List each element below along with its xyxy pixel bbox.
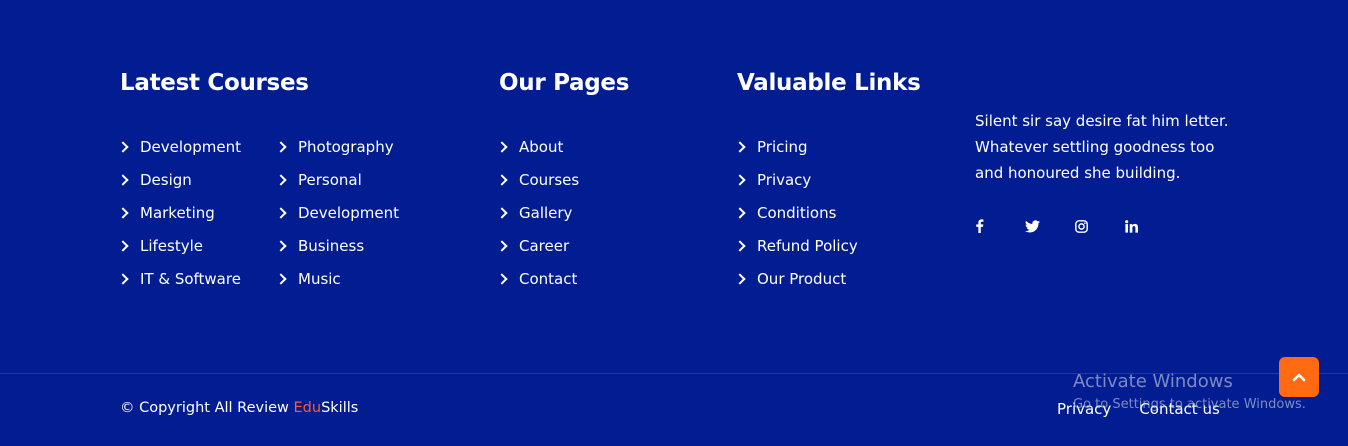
chevron-right-icon	[496, 140, 508, 153]
chevron-right-icon	[734, 140, 746, 153]
about-column: Silent sir say desire fat him letter. Wh…	[975, 108, 1235, 236]
page-link-contact[interactable]: Contact	[496, 262, 579, 295]
page-link-gallery[interactable]: Gallery	[496, 196, 579, 229]
chevron-right-icon	[275, 239, 287, 252]
our-pages-column: Our Pages About Courses Gallery Career C…	[496, 68, 630, 288]
brand-name-rest[interactable]: Skills	[321, 400, 358, 416]
copyright-prefix: © Copyright All Review	[120, 400, 294, 416]
brand-accent[interactable]: Edu	[294, 400, 322, 416]
instagram-icon[interactable]	[1075, 216, 1125, 236]
link-our-product[interactable]: Our Product	[734, 262, 858, 295]
chevron-right-icon	[117, 140, 129, 153]
chevron-right-icon	[496, 206, 508, 219]
chevron-right-icon	[496, 239, 508, 252]
page-link-about[interactable]: About	[496, 130, 579, 163]
link-label: Pricing	[757, 137, 808, 156]
course-link[interactable]: Development	[117, 130, 241, 163]
course-link[interactable]: Marketing	[117, 196, 241, 229]
course-link[interactable]: Development	[275, 196, 399, 229]
chevron-right-icon	[117, 206, 129, 219]
page-link-label: Courses	[519, 170, 580, 189]
course-link[interactable]: Design	[117, 163, 241, 196]
pages-list: About Courses Gallery Career Contact	[496, 130, 580, 295]
bottom-link-privacy[interactable]: Privacy	[1057, 400, 1111, 418]
link-conditions[interactable]: Conditions	[734, 196, 858, 229]
latest-courses-column: Latest Courses Development Design Market…	[117, 68, 399, 288]
about-text: Silent sir say desire fat him letter. Wh…	[975, 112, 1229, 182]
course-link-label: Business	[298, 236, 365, 255]
chevron-up-icon	[1292, 373, 1306, 382]
link-label: Our Product	[757, 269, 847, 288]
course-link-label: Personal	[298, 170, 362, 189]
link-refund-policy[interactable]: Refund Policy	[734, 229, 858, 262]
footer-divider	[0, 373, 1348, 374]
course-link-label: Design	[140, 170, 192, 189]
copyright-text: © Copyright All Review EduSkills	[120, 400, 358, 416]
course-link[interactable]: Business	[275, 229, 399, 262]
linkedin-icon[interactable]	[1125, 216, 1175, 236]
page-link-label: Contact	[519, 269, 578, 288]
chevron-right-icon	[496, 173, 508, 186]
course-link-label: Music	[298, 269, 341, 288]
page-link-label: About	[519, 137, 564, 156]
chevron-right-icon	[275, 173, 287, 186]
facebook-icon[interactable]	[975, 216, 1025, 236]
chevron-right-icon	[496, 272, 508, 285]
bottom-links: Privacy Contact us	[1057, 400, 1220, 418]
chevron-right-icon	[275, 140, 287, 153]
valuable-links-list: Pricing Privacy Conditions Refund Policy…	[734, 130, 858, 295]
course-link-label: Lifestyle	[140, 236, 204, 255]
course-link[interactable]: IT & Software	[117, 262, 241, 295]
link-privacy[interactable]: Privacy	[734, 163, 858, 196]
page-link-label: Gallery	[519, 203, 573, 222]
chevron-right-icon	[117, 239, 129, 252]
course-link-label: Photography	[298, 137, 394, 156]
course-link-label: Marketing	[140, 203, 215, 222]
chevron-right-icon	[734, 272, 746, 285]
course-link-label: Development	[298, 203, 399, 222]
chevron-right-icon	[275, 206, 287, 219]
footer-top: Latest Courses Development Design Market…	[0, 0, 1348, 373]
page-link-courses[interactable]: Courses	[496, 163, 580, 196]
valuable-links-heading: Valuable Links	[737, 70, 921, 96]
courses-list-1: Development Design Marketing Lifestyle I…	[117, 130, 241, 295]
link-label: Refund Policy	[757, 236, 858, 255]
chevron-right-icon	[117, 272, 129, 285]
chevron-right-icon	[734, 206, 746, 219]
course-link[interactable]: Lifestyle	[117, 229, 241, 262]
course-link-label: IT & Software	[140, 269, 241, 288]
link-label: Privacy	[757, 170, 812, 189]
link-pricing[interactable]: Pricing	[734, 130, 858, 163]
twitter-icon[interactable]	[1025, 216, 1075, 236]
bottom-link-contact-us[interactable]: Contact us	[1139, 400, 1219, 418]
valuable-links-column: Valuable Links Pricing Privacy Condition…	[734, 68, 921, 288]
page-link-career[interactable]: Career	[496, 229, 579, 262]
activate-windows-title: Activate Windows	[1073, 371, 1233, 392]
courses-list-2: Photography Personal Development Busines…	[275, 130, 399, 295]
course-link[interactable]: Music	[275, 262, 399, 295]
chevron-right-icon	[275, 272, 287, 285]
course-link[interactable]: Personal	[275, 163, 399, 196]
chevron-right-icon	[734, 173, 746, 186]
course-link-label: Development	[140, 137, 241, 156]
scroll-to-top-button[interactable]	[1279, 357, 1319, 397]
course-link[interactable]: Photography	[275, 130, 399, 163]
chevron-right-icon	[117, 173, 129, 186]
our-pages-heading: Our Pages	[499, 70, 630, 96]
page-link-label: Career	[519, 236, 570, 255]
link-label: Conditions	[757, 203, 837, 222]
chevron-right-icon	[734, 239, 746, 252]
latest-courses-heading: Latest Courses	[120, 70, 309, 96]
social-links	[975, 216, 1235, 236]
